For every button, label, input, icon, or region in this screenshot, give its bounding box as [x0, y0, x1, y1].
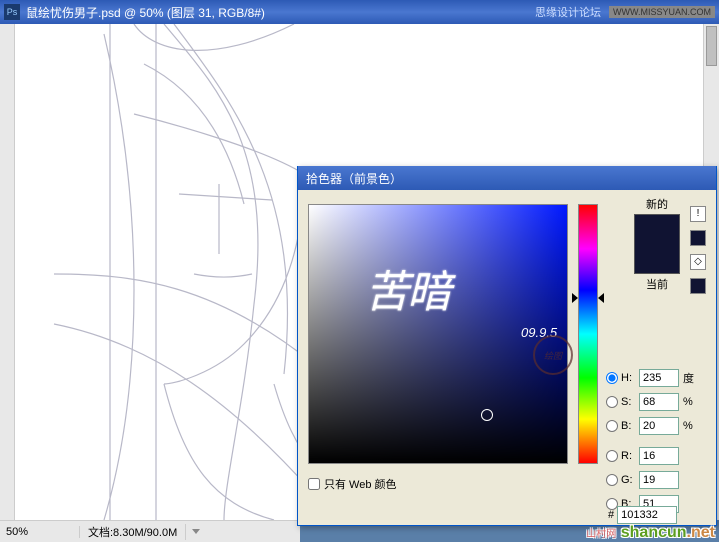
hex-row: # — [608, 506, 677, 524]
site-watermark-tld: .net — [687, 524, 715, 541]
statusbar-menu-arrow-icon[interactable] — [192, 529, 200, 534]
new-color-swatch — [635, 215, 679, 244]
scrollbar-thumb[interactable] — [706, 26, 717, 66]
hue-unit: 度 — [683, 370, 697, 386]
gamut-warning-icon[interactable]: ! — [690, 206, 706, 222]
hue-radio[interactable] — [606, 372, 618, 384]
saturation-input[interactable] — [639, 393, 679, 411]
hex-hash-label: # — [608, 509, 614, 521]
current-color-swatch[interactable] — [635, 244, 679, 273]
gamut-nearest-swatch[interactable] — [690, 230, 706, 246]
color-picker-titlebar: 拾色器（前景色） — [298, 166, 716, 190]
color-field[interactable]: 苦暗 09.9.5 绘图 — [308, 204, 568, 464]
document-size-info: 文档:8.30M/90.0M — [80, 524, 186, 540]
green-input[interactable] — [639, 471, 679, 489]
web-colors-only-input[interactable] — [308, 478, 320, 490]
window-titlebar: Ps 鼠绘忧伤男子.psd @ 50% (图层 31, RGB/8#) 思缘设计… — [0, 0, 719, 24]
forum-url-watermark: WWW.MISSYUAN.COM — [609, 6, 715, 18]
signature-date: 09.9.5 — [521, 325, 557, 340]
site-watermark-tag: 山村网 — [586, 529, 616, 540]
brightness-label: B: — [621, 420, 639, 432]
color-picker-dialog: 拾色器（前景色） 苦暗 09.9.5 绘图 新的 当前 ! ◇ — [297, 166, 717, 526]
hex-input[interactable] — [617, 506, 677, 524]
saturation-label: S: — [621, 396, 639, 408]
green-radio[interactable] — [606, 474, 618, 486]
websafe-nearest-swatch[interactable] — [690, 278, 706, 294]
green-label: G: — [621, 474, 639, 486]
hue-label: H: — [621, 372, 639, 384]
saturation-unit: % — [683, 396, 697, 408]
websafe-warning-icon[interactable]: ◇ — [690, 254, 706, 270]
hue-input[interactable] — [639, 369, 679, 387]
site-watermark-brand: shancun — [621, 524, 687, 541]
brightness-unit: % — [683, 420, 697, 432]
color-field-marker-icon — [481, 409, 493, 421]
web-colors-only-label: 只有 Web 颜色 — [324, 476, 397, 492]
color-value-inputs: H: 度 S: % B: % R: — [606, 368, 697, 518]
web-colors-only-checkbox[interactable]: 只有 Web 颜色 — [308, 476, 397, 492]
color-preview-swatch — [634, 214, 680, 274]
site-watermark: 山村网 shancun.net — [586, 524, 715, 542]
brightness-input[interactable] — [639, 417, 679, 435]
artist-signature-overlay: 苦暗 09.9.5 绘图 — [365, 271, 449, 315]
red-label: R: — [621, 450, 639, 462]
red-input[interactable] — [639, 447, 679, 465]
status-bar: 50% 文档:8.30M/90.0M — [0, 520, 300, 542]
zoom-level-field[interactable]: 50% — [0, 526, 80, 538]
hue-slider[interactable] — [578, 204, 598, 464]
forum-watermark-text: 思缘设计论坛 — [535, 4, 601, 20]
signature-stamp-icon: 绘图 — [533, 335, 573, 375]
document-title: 鼠绘忧伤男子.psd @ 50% (图层 31, RGB/8#) — [26, 4, 535, 21]
signature-text: 苦暗 — [365, 271, 449, 315]
saturation-radio[interactable] — [606, 396, 618, 408]
photoshop-icon: Ps — [4, 4, 20, 20]
brightness-radio[interactable] — [606, 420, 618, 432]
red-radio[interactable] — [606, 450, 618, 462]
